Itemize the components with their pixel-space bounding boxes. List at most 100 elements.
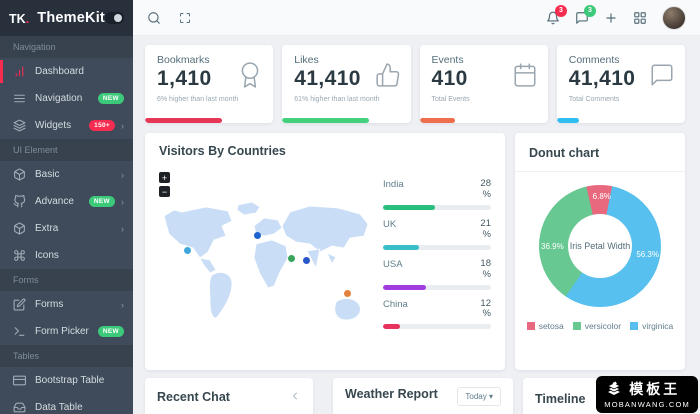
brand-logo[interactable]: TK. ThemeKit (0, 0, 133, 36)
sidebar-item-extra[interactable]: Extra › (0, 215, 133, 242)
recent-chat-title: Recent Chat (157, 390, 230, 404)
sidebar-item-advance[interactable]: Advance NEW › (0, 188, 133, 215)
country-progress-fill (383, 244, 419, 250)
command-icon (13, 249, 26, 262)
apps-button[interactable] (633, 11, 647, 25)
menu-icon (13, 92, 26, 105)
add-button[interactable] (604, 11, 618, 25)
brand-name: ThemeKit (37, 10, 105, 26)
country-value: 18% (480, 257, 491, 280)
stat-card-events[interactable]: Events 410 Total Events (419, 45, 548, 123)
country-row-usa: USA 18% (383, 257, 491, 290)
thumbs-up-icon (375, 62, 401, 88)
country-value: 12% (480, 297, 491, 320)
sidebar-item-label: Form Picker (35, 326, 89, 337)
donut-ring[interactable]: 6.8% 36.9% 56.3% Iris Petal Width (539, 185, 661, 307)
user-avatar[interactable] (662, 5, 686, 30)
sidebar-item-label: Dashboard (35, 66, 84, 77)
caret-down-icon: ▾ (488, 392, 493, 401)
stat-progress-bar (556, 118, 579, 123)
chevron-left-icon[interactable] (289, 390, 301, 402)
country-list: India 28% UK 21% USA 18% China 12% (383, 178, 491, 338)
terminal-icon (13, 325, 26, 338)
layers-icon (13, 119, 26, 132)
grid-icon (633, 11, 647, 25)
map-marker-middle-east[interactable] (288, 255, 295, 262)
new-badge: NEW (97, 93, 124, 104)
nav-section-tables: Tables (0, 345, 133, 367)
country-progress-track (383, 244, 491, 250)
sidebar-item-label: Widgets (35, 120, 72, 131)
today-dropdown-button[interactable]: Today ▾ (457, 387, 501, 406)
notifications-button[interactable]: 3 (546, 4, 567, 25)
legend-item-setosa[interactable]: setosa (526, 321, 564, 331)
chevron-right-icon: › (121, 169, 124, 180)
calendar-icon (512, 62, 538, 88)
donut-center-label: Iris Petal Width (569, 241, 631, 251)
zoom-in-button[interactable]: + (159, 172, 170, 183)
country-row-uk: UK 21% (383, 218, 491, 250)
search-icon (147, 11, 161, 25)
stat-card-likes[interactable]: Likes 41,410 61% higher than last month (282, 45, 411, 123)
stat-subtitle: Total Events (431, 96, 470, 103)
sidebar-toggle-icon[interactable] (104, 12, 124, 24)
sidebar-item-navigation[interactable]: Navigation NEW (0, 85, 133, 112)
stat-card-comments[interactable]: Comments 41,410 Total Comments (556, 45, 685, 123)
map-zoom-controls: + − (159, 172, 170, 197)
donut-chart-title: Donut chart (529, 146, 600, 160)
box-icon (13, 222, 26, 235)
sidebar-item-label: Advance (35, 196, 74, 207)
stat-card-bookmarks[interactable]: Bookmarks 1,410 6% higher than last mont… (145, 45, 274, 123)
sidebar-item-label: Forms (35, 299, 64, 310)
country-name: UK (383, 218, 397, 230)
stat-progress-bar (282, 118, 370, 123)
messages-button[interactable]: 3 (575, 4, 596, 25)
sidebar-item-label: Icons (35, 250, 59, 261)
stat-progress-bar (419, 118, 456, 123)
legend-item-virginica[interactable]: virginica (630, 321, 673, 331)
stat-subtitle: 61% higher than last month (294, 96, 380, 103)
sidebar-item-dashboard[interactable]: Dashboard (0, 58, 133, 85)
plus-icon (604, 11, 618, 25)
sidebar-item-data-table[interactable]: Data Table (0, 394, 133, 414)
sidebar-item-bootstrap-table[interactable]: Bootstrap Table (0, 367, 133, 394)
map-marker-uk[interactable] (254, 232, 261, 239)
legend-swatch (630, 322, 639, 330)
visitors-panel: Visitors By Countries + − India 28 % UK … (145, 133, 505, 370)
award-icon (237, 62, 263, 88)
sidebar-item-basic[interactable]: Basic › (0, 161, 133, 188)
sidebar-item-widgets[interactable]: Icons Widgets 150+ › (0, 112, 133, 139)
sidebar-item-label: Data Table (35, 402, 83, 413)
country-progress-fill (383, 324, 401, 330)
fullscreen-button[interactable] (173, 6, 197, 30)
nav-section-ui-element: UI Element (0, 139, 133, 161)
sidebar-item-form-picker[interactable]: Form Picker NEW (0, 318, 133, 345)
map-marker-india[interactable] (303, 257, 310, 264)
sidebar-item-icons[interactable]: Icons (0, 242, 133, 269)
chevron-right-icon: › (121, 120, 124, 131)
sidebar-item-label: Basic (35, 169, 60, 180)
new-badge: NEW (97, 326, 124, 337)
book-stack-icon (604, 380, 624, 398)
world-map[interactable] (160, 195, 372, 335)
legend-item-versicolor[interactable]: versicolor (572, 321, 621, 331)
nav-section-navigation: Navigation (0, 36, 133, 58)
country-value: 28% (480, 178, 491, 200)
notification-count-badge: 3 (555, 4, 567, 17)
donut-chart-panel: Donut chart 6.8% 36.9% 56.3% Iris Petal … (515, 133, 685, 370)
legend-swatch (526, 322, 535, 330)
map-marker-usa[interactable] (184, 247, 191, 254)
country-progress-fill (383, 204, 435, 210)
edit-icon (13, 298, 26, 311)
country-name: USA (383, 258, 403, 270)
visitors-title: Visitors By Countries (159, 144, 286, 158)
main-content: Bookmarks 1,410 6% higher than last mont… (133, 36, 700, 414)
stat-subtitle: Total Comments (568, 96, 620, 103)
map-marker-australia[interactable] (344, 290, 351, 297)
bar-chart-icon (13, 65, 26, 78)
sidebar-item-forms[interactable]: Forms › (0, 291, 133, 318)
sidebar: TK. ThemeKit Navigation Dashboard Naviga… (0, 0, 133, 414)
search-button[interactable] (147, 11, 161, 25)
watermark-cn-text: 模板王 (629, 381, 681, 397)
sidebar-item-label: Bootstrap Table (35, 375, 105, 386)
